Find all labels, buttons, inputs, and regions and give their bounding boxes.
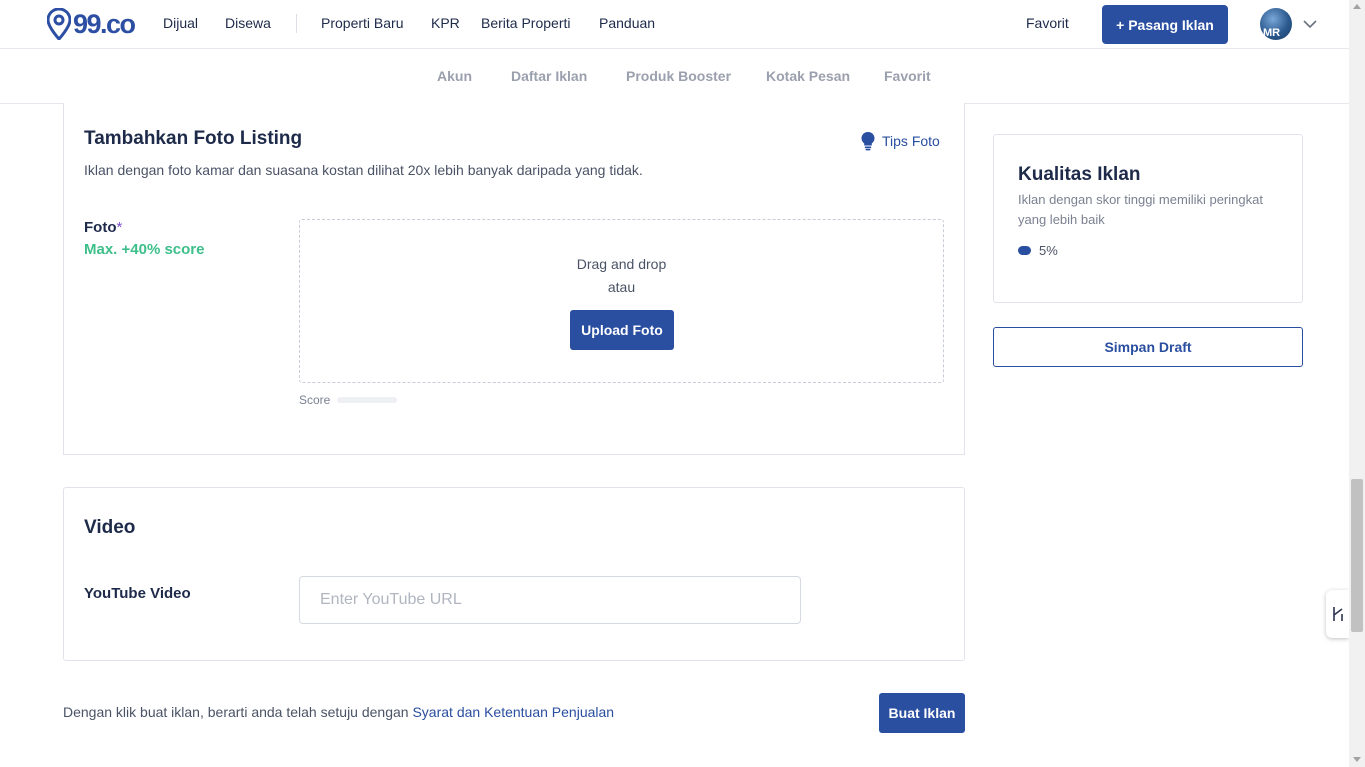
- youtube-url-input[interactable]: [299, 576, 801, 624]
- account-subnav: Akun Daftar Iklan Produk Booster Kotak P…: [0, 49, 1349, 104]
- nav-panduan[interactable]: Panduan: [599, 15, 655, 31]
- quality-score-indicator: [1018, 246, 1031, 255]
- nav-kpr[interactable]: KPR: [431, 15, 460, 31]
- scroll-up-arrow-icon[interactable]: [1353, 4, 1361, 9]
- scrollbar-thumb[interactable]: [1351, 479, 1363, 632]
- tab-akun[interactable]: Akun: [437, 68, 472, 84]
- tips-foto-label: Tips Foto: [882, 133, 940, 149]
- location-pin-icon: [47, 8, 71, 40]
- pasang-iklan-button[interactable]: + Pasang Iklan: [1102, 5, 1228, 44]
- score-label: Score: [299, 393, 331, 407]
- nav-favorit[interactable]: Favorit: [1026, 15, 1069, 31]
- terms-link[interactable]: Syarat dan Ketentuan Penjualan: [412, 704, 614, 720]
- nav-dijual[interactable]: Dijual: [163, 15, 198, 31]
- video-card: Video YouTube Video: [63, 487, 965, 661]
- kualitas-iklan-card: Kualitas Iklan Iklan dengan skor tinggi …: [993, 134, 1303, 303]
- avatar-initials: MR: [1263, 27, 1281, 39]
- logo-text: 99.co: [73, 8, 136, 39]
- avatar[interactable]: MR: [1260, 8, 1292, 40]
- drag-drop-text: Drag and drop: [576, 256, 667, 272]
- agreement-prefix: Dengan klik buat iklan, berarti anda tel…: [63, 704, 413, 720]
- required-mark: *: [116, 219, 123, 236]
- nav-properti-baru[interactable]: Properti Baru: [321, 15, 403, 31]
- simpan-draft-button[interactable]: Simpan Draft: [993, 327, 1303, 367]
- foto-listing-card: Tambahkan Foto Listing Tips Foto Iklan d…: [63, 103, 965, 455]
- buat-iklan-button[interactable]: Buat Iklan: [879, 693, 965, 733]
- nav-disewa[interactable]: Disewa: [225, 15, 271, 31]
- nav-divider: [296, 14, 297, 33]
- video-section-title: Video: [84, 517, 136, 538]
- tab-produk-booster[interactable]: Produk Booster: [626, 68, 731, 84]
- score-progress-bar: [337, 397, 397, 403]
- scroll-down-arrow-icon[interactable]: [1353, 757, 1361, 762]
- logo[interactable]: 99.co: [47, 8, 136, 40]
- foto-description: Iklan dengan foto kamar dan suasana kost…: [84, 162, 643, 178]
- quality-score-value: 5%: [1039, 243, 1058, 258]
- lightbulb-icon: [861, 132, 875, 151]
- youtube-field-label: YouTube Video: [84, 585, 191, 602]
- atau-text: atau: [607, 279, 636, 295]
- quality-title: Kualitas Iklan: [1018, 164, 1141, 185]
- nav-berita-properti[interactable]: Berita Properti: [481, 15, 570, 31]
- chevron-down-icon[interactable]: [1302, 16, 1318, 32]
- top-navbar: 99.co Dijual Disewa Properti Baru KPR Be…: [0, 0, 1349, 49]
- upload-foto-button[interactable]: Upload Foto: [570, 310, 674, 350]
- tab-kotak-pesan[interactable]: Kotak Pesan: [766, 68, 850, 84]
- quality-score: 5%: [1018, 243, 1058, 258]
- foto-section-title: Tambahkan Foto Listing: [84, 128, 303, 149]
- tab-daftar-iklan[interactable]: Daftar Iklan: [511, 68, 587, 84]
- chat-widget-icon[interactable]: [1326, 590, 1349, 638]
- tab-favorit[interactable]: Favorit: [884, 68, 931, 84]
- quality-description: Iklan dengan skor tinggi memiliki pering…: [1018, 192, 1263, 227]
- max-score-hint: Max. +40% score: [84, 241, 205, 258]
- widget-glyph-icon: [1332, 607, 1343, 621]
- foto-label-text: Foto: [84, 219, 117, 236]
- agreement-text: Dengan klik buat iklan, berarti anda tel…: [63, 704, 614, 720]
- foto-field-label: Foto*: [84, 219, 122, 236]
- photo-dropzone[interactable]: Drag and drop atau Upload Foto: [299, 219, 944, 383]
- scrollbar-track[interactable]: [1349, 0, 1365, 767]
- tips-foto-link[interactable]: Tips Foto: [860, 131, 940, 151]
